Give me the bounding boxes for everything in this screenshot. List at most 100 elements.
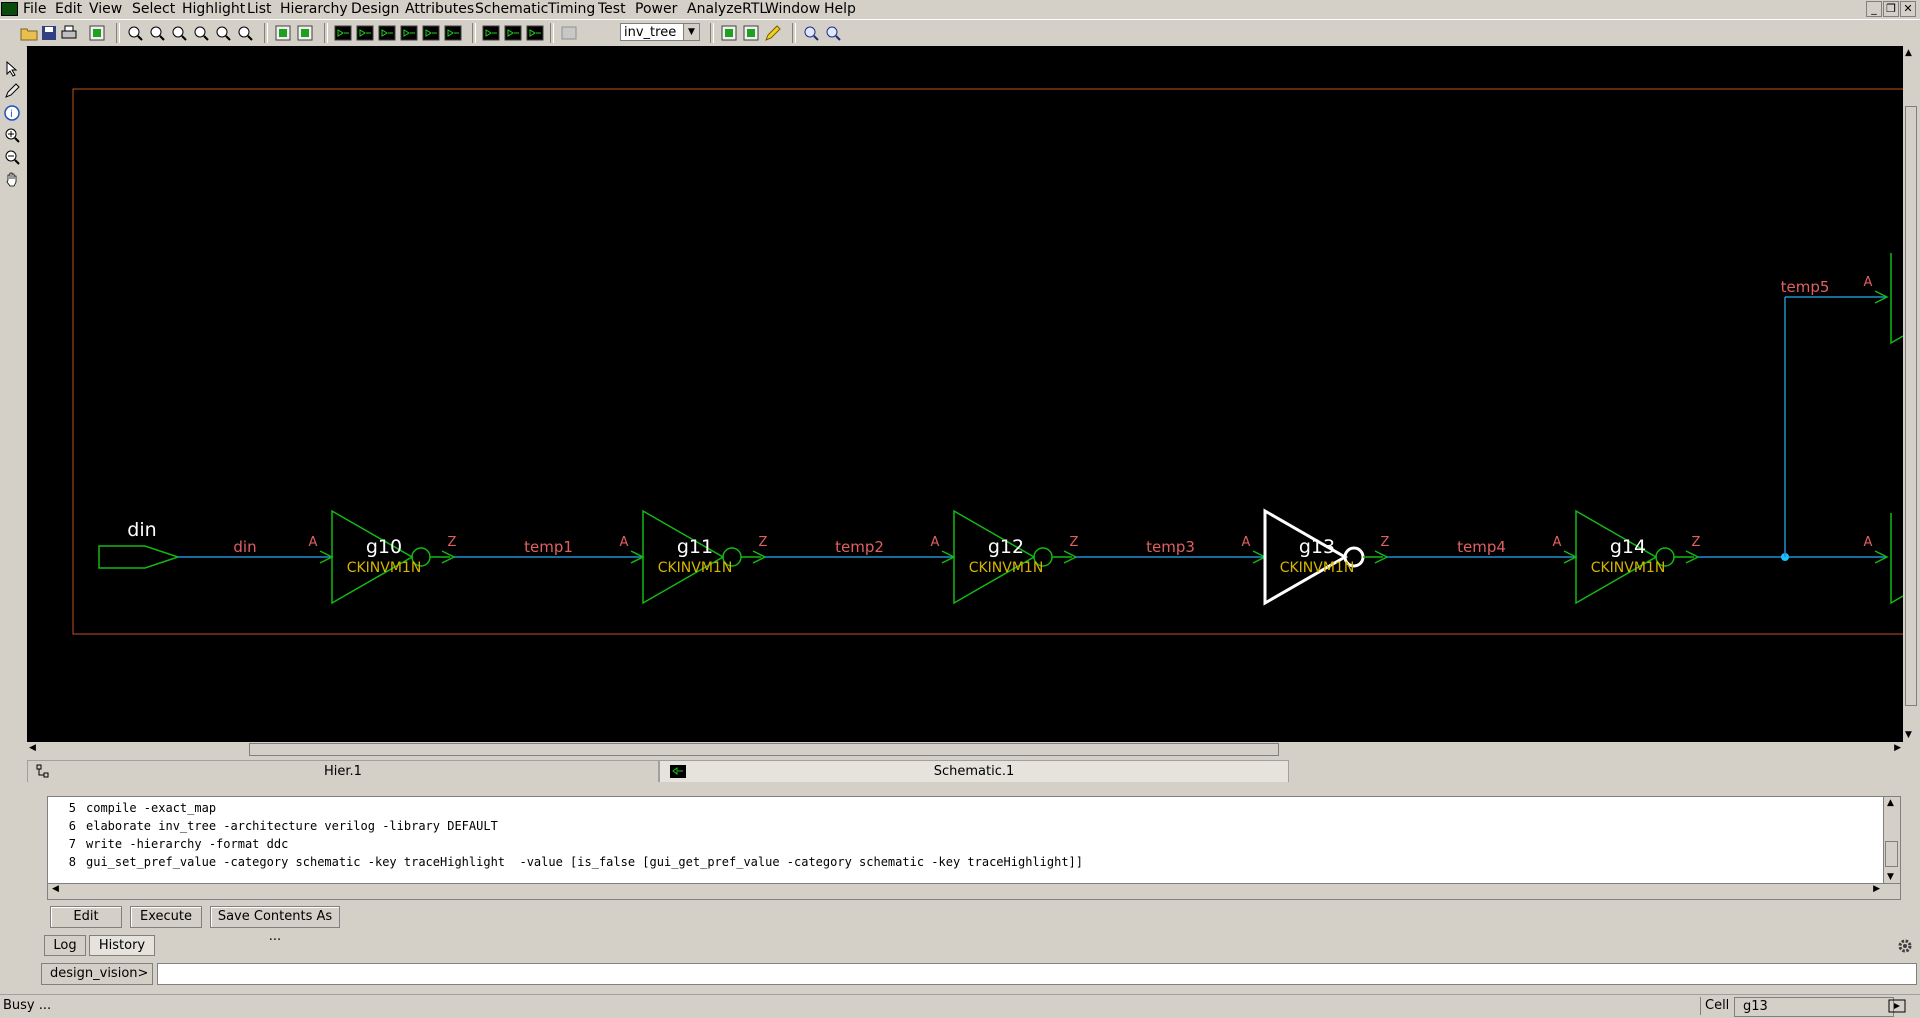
push-up-icon[interactable]	[274, 24, 292, 42]
menu-hierarchy[interactable]: Hierarchy	[277, 0, 351, 18]
horizontal-scrollbar[interactable]: ◀ ▶	[27, 742, 1903, 758]
save-icon[interactable]	[40, 24, 58, 42]
tab-history[interactable]: History	[89, 935, 155, 956]
pan-hand-icon[interactable]	[4, 171, 20, 187]
tab-log[interactable]: Log	[44, 935, 86, 956]
execute-button[interactable]: Execute	[130, 906, 202, 928]
toolbar-separator	[324, 23, 328, 43]
find-next-icon[interactable]	[824, 24, 842, 42]
menu-test[interactable]: Test	[595, 0, 629, 18]
history-console[interactable]: 5 compile -exact_map 6 elaborate inv_tree -…	[47, 796, 1901, 884]
command-input[interactable]	[157, 963, 1917, 985]
vertical-scrollbar[interactable]: ▲ ▼	[1903, 46, 1920, 742]
zoom-in-icon[interactable]	[148, 24, 166, 42]
tab-schematic[interactable]: Schematic.1	[659, 760, 1289, 782]
inverter-partial-bottom[interactable]	[1890, 513, 1904, 605]
schematic-fanin-icon[interactable]	[400, 24, 418, 42]
properties-icon[interactable]	[88, 24, 106, 42]
scroll-left-icon[interactable]: ◀	[52, 884, 59, 894]
minimize-icon[interactable]: _	[1866, 1, 1882, 17]
hscroll-thumb[interactable]	[249, 743, 1279, 756]
menu-list[interactable]: List	[244, 0, 274, 18]
menu-schematic[interactable]: Schematic	[472, 0, 551, 18]
scroll-up-icon[interactable]: ▲	[1905, 48, 1912, 58]
menu-highlight[interactable]: Highlight	[179, 0, 248, 18]
scroll-right-icon[interactable]: ▶	[1894, 743, 1901, 753]
pin-label-z: Z	[759, 535, 768, 550]
schematic-new-icon[interactable]	[334, 24, 352, 42]
schematic-cell-icon[interactable]	[356, 24, 374, 42]
svg-text:i: i	[10, 109, 13, 120]
schematic-path-icon[interactable]	[378, 24, 396, 42]
inverter-partial-top[interactable]	[1890, 253, 1904, 345]
print-icon[interactable]	[60, 24, 78, 42]
vscroll-thumb[interactable]	[1905, 106, 1917, 706]
schematic-add-icon[interactable]	[444, 24, 462, 42]
pencil-highlight-icon[interactable]	[764, 24, 782, 42]
menu-attributes[interactable]: Attributes	[402, 0, 477, 18]
design-select[interactable]: inv_tree ▼	[620, 23, 700, 41]
schematic-pin-icon[interactable]	[504, 24, 522, 42]
hierarchy-view-icon[interactable]	[742, 24, 760, 42]
scroll-down-icon[interactable]: ▼	[1905, 730, 1912, 740]
save-contents-button[interactable]: Save Contents As ...	[210, 906, 340, 944]
schematic-port-icon[interactable]	[526, 24, 544, 42]
console-hscroll[interactable]: ◀ ▶	[47, 883, 1901, 900]
find-icon[interactable]	[802, 24, 820, 42]
menu-select[interactable]: Select	[129, 0, 178, 18]
scroll-up-icon[interactable]: ▲	[1887, 798, 1894, 808]
restore-icon[interactable]: ❐	[1883, 1, 1899, 17]
menu-file[interactable]: File	[20, 0, 49, 18]
scroll-down-icon[interactable]: ▼	[1887, 872, 1894, 882]
open-folder-icon[interactable]	[20, 24, 38, 42]
status-toggle-icon[interactable]	[1888, 999, 1906, 1013]
console-line-number: 7	[68, 837, 76, 851]
menu-help[interactable]: Help	[821, 0, 859, 18]
menu-design[interactable]: Design	[348, 0, 402, 18]
zoom-area-icon[interactable]	[192, 24, 210, 42]
zoom-in-icon[interactable]	[4, 127, 20, 143]
pointer-icon[interactable]	[4, 61, 20, 77]
design-select-value: inv_tree	[624, 25, 677, 40]
chevron-down-icon[interactable]: ▼	[683, 24, 699, 40]
edit-button[interactable]: Edit	[50, 906, 122, 928]
console-line[interactable]: 5 compile -exact_map	[48, 799, 216, 817]
net-label: temp3	[1146, 538, 1195, 556]
menu-timing[interactable]: Timing	[545, 0, 598, 18]
schematic-net-icon[interactable]	[482, 24, 500, 42]
menu-analyzertl[interactable]: AnalyzeRTL	[684, 0, 770, 18]
net-label: temp2	[835, 538, 884, 556]
input-port-label: din	[127, 519, 156, 541]
tab-hier[interactable]: Hier.1	[27, 760, 659, 782]
info-icon[interactable]: i	[4, 105, 20, 121]
console-vscroll-thumb[interactable]	[1885, 841, 1898, 867]
schematic-view[interactable]: din din Ag10 CKINVM1N Z temp1 Ag11 CKINVM1N Z tem…	[27, 46, 1914, 742]
push-down-icon[interactable]	[296, 24, 314, 42]
console-line[interactable]: 7 write -hierarchy -format ddc	[48, 835, 289, 853]
console-line[interactable]: 6 elaborate inv_tree -architecture verilo…	[48, 817, 498, 835]
close-icon[interactable]: ✕	[1900, 1, 1916, 17]
app-logo-icon	[1, 2, 18, 16]
scroll-right-icon[interactable]: ▶	[1873, 884, 1880, 894]
schematic-canvas[interactable]: din din Ag10 CKINVM1N Ztemp1 Ag11 CKINVM1N Ztem…	[27, 46, 1914, 742]
gear-icon[interactable]	[1897, 938, 1913, 954]
menu-edit[interactable]: Edit	[52, 0, 85, 18]
zoom-out-icon[interactable]	[170, 24, 188, 42]
list-view-icon[interactable]	[720, 24, 738, 42]
input-port-din[interactable]	[98, 545, 181, 569]
pencil-icon[interactable]	[4, 83, 20, 99]
zoom-highlight-icon[interactable]	[236, 24, 254, 42]
menu-power[interactable]: Power	[632, 0, 680, 18]
schematic-fanout-icon[interactable]	[422, 24, 440, 42]
zoom-out-icon[interactable]	[4, 149, 20, 165]
menu-view[interactable]: View	[86, 0, 125, 18]
menu-bar: File Edit View Select Highlight List Hierarchy…	[0, 0, 1920, 18]
scroll-left-icon[interactable]: ◀	[29, 743, 36, 753]
disabled-tool-icon[interactable]	[560, 24, 578, 42]
zoom-select-icon[interactable]	[214, 24, 232, 42]
schematic-icon	[670, 765, 686, 778]
console-line[interactable]: 8 gui_set_pref_value -category schematic …	[48, 853, 1083, 871]
menu-window[interactable]: Window	[762, 0, 823, 18]
console-vscroll[interactable]: ▲ ▼	[1883, 797, 1900, 883]
zoom-fit-icon[interactable]	[126, 24, 144, 42]
